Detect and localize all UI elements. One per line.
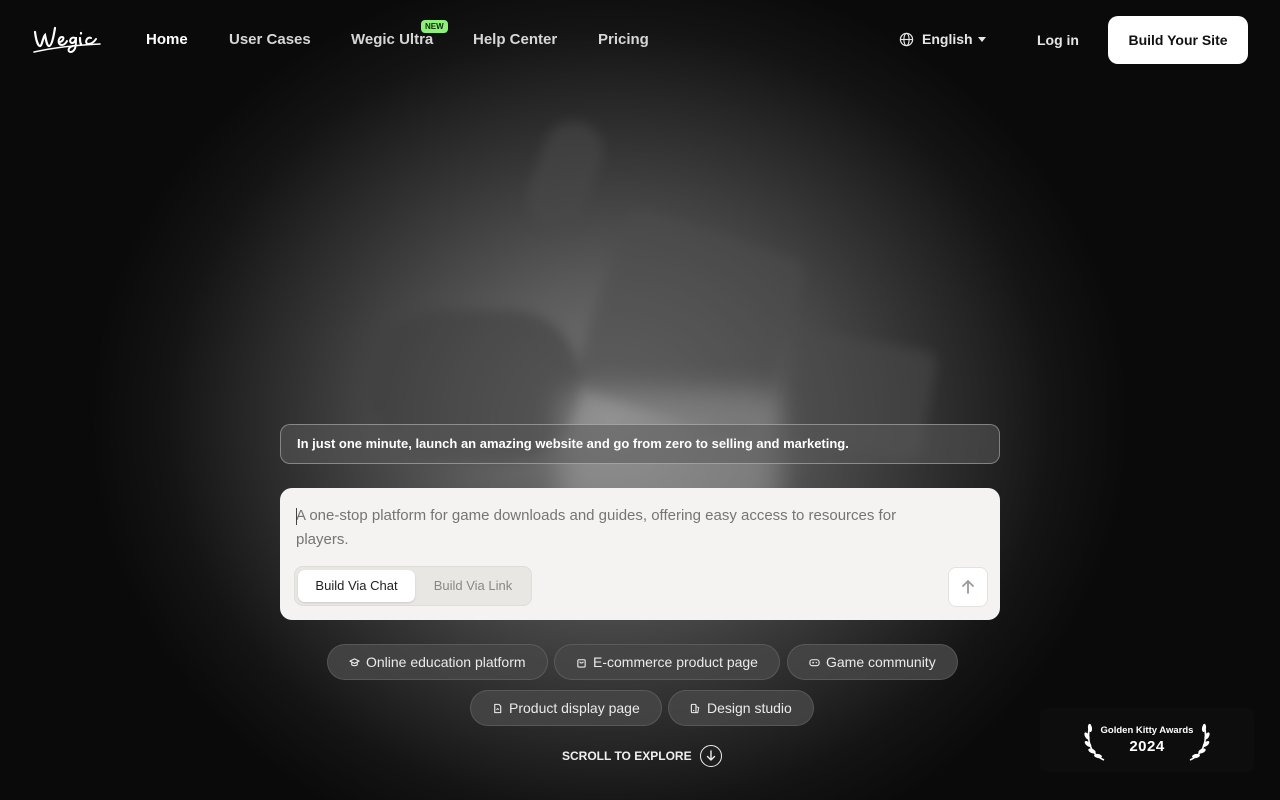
award-year: 2024 <box>1129 738 1165 755</box>
suggestion-chip[interactable]: Online education platform <box>327 644 548 680</box>
globe-icon <box>899 32 914 46</box>
build-mode-toggle: Build Via Chat Build Via Link <box>294 566 532 606</box>
wegic-logo-icon <box>33 26 101 54</box>
text-cursor <box>296 508 297 525</box>
tab-build-via-chat[interactable]: Build Via Chat <box>298 570 415 602</box>
gamepad-icon <box>809 658 820 666</box>
build-your-site-button[interactable]: Build Your Site <box>1108 16 1248 64</box>
nav-help-center[interactable]: Help Center <box>473 31 557 48</box>
arrow-up-icon <box>962 580 974 594</box>
suggestion-chip[interactable]: Product display page <box>470 690 662 726</box>
nav-wegic-ultra[interactable]: Wegic Ultra <box>351 31 433 48</box>
scroll-label: SCROLL TO EXPLORE <box>562 749 692 763</box>
shopping-bag-icon <box>577 658 586 668</box>
arrow-down-icon <box>699 745 722 767</box>
prompt-card: Build Via Chat Build Via Link <box>280 488 1000 620</box>
language-label: English <box>922 31 973 47</box>
login-link[interactable]: Log in <box>1037 32 1079 48</box>
palette-icon <box>690 703 700 713</box>
suggestion-label: Online education platform <box>366 654 526 670</box>
background-shape <box>517 113 613 237</box>
suggestion-label: E-commerce product page <box>593 654 758 670</box>
caret-down-icon <box>977 36 986 42</box>
new-badge: NEW <box>421 20 448 33</box>
graduation-cap-icon <box>349 657 360 666</box>
top-navigation: Home User Cases Wegic Ultra NEW Help Cen… <box>0 0 1280 80</box>
nav-user-cases[interactable]: User Cases <box>229 31 311 48</box>
golden-kitty-award-badge[interactable]: Golden Kitty Awards 2024 <box>1040 708 1254 772</box>
suggestion-label: Design studio <box>707 700 792 716</box>
send-button[interactable] <box>948 567 988 607</box>
suggestion-label: Product display page <box>509 700 640 716</box>
suggestion-label: Game community <box>826 654 936 670</box>
wegic-logo[interactable] <box>32 22 102 56</box>
suggestion-chip[interactable]: E-commerce product page <box>554 644 780 680</box>
site-prompt-input[interactable] <box>296 504 936 554</box>
award-title: Golden Kitty Awards <box>1100 725 1194 736</box>
nav-pricing[interactable]: Pricing <box>598 31 649 48</box>
nav-home[interactable]: Home <box>146 31 188 48</box>
tab-build-via-link[interactable]: Build Via Link <box>417 570 529 602</box>
scroll-to-explore[interactable]: SCROLL TO EXPLORE <box>562 745 722 767</box>
language-selector[interactable]: English <box>899 31 986 47</box>
suggestion-chip[interactable]: Design studio <box>668 690 814 726</box>
hero-tagline: In just one minute, launch an amazing we… <box>280 424 1000 464</box>
suggestion-chip[interactable]: Game community <box>787 644 958 680</box>
document-icon <box>494 703 502 713</box>
